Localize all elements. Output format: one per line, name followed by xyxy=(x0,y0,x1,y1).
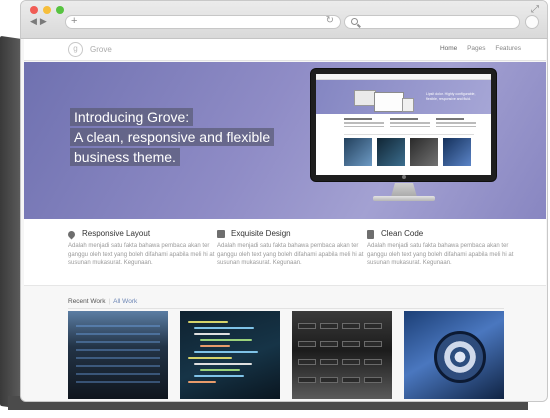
hero-heading-line-3: business theme. xyxy=(70,148,180,166)
monitor-mockup: Lipsit dolor. Highly configurable, flexi… xyxy=(310,68,497,182)
design-icon xyxy=(217,230,225,238)
site-name[interactable]: Grove xyxy=(90,45,112,54)
screen-divider xyxy=(344,134,474,135)
features-section: Responsive Layout Adalah menjadi satu fa… xyxy=(24,219,546,285)
hero-banner: Introducing Grove: A clean, responsive a… xyxy=(24,62,546,219)
screen-device-1 xyxy=(354,90,376,106)
monitor-stand xyxy=(391,183,417,197)
zoom-window-button[interactable] xyxy=(56,6,64,14)
drops-icon xyxy=(66,229,77,240)
car-wheel-image[interactable] xyxy=(404,311,504,399)
tab-separator: | xyxy=(108,298,111,305)
add-bookmark-icon[interactable]: + xyxy=(71,15,77,27)
history-buttons: ◀▶ xyxy=(30,16,50,27)
minimize-window-button[interactable] xyxy=(43,6,51,14)
screen-caption: Lipsit dolor. Highly configurable, flexi… xyxy=(426,92,476,101)
screen-feature xyxy=(344,118,384,128)
monitor-base xyxy=(373,196,435,201)
recent-work-section: Recent Work | All Work xyxy=(24,285,546,401)
wheel-graphic xyxy=(434,331,486,383)
monitor-screen: Lipsit dolor. Highly configurable, flexi… xyxy=(316,74,491,175)
screen-device-2 xyxy=(374,92,404,112)
search-icon xyxy=(351,18,358,25)
feature-description: Adalah menjadi satu fakta bahawa pembaca… xyxy=(68,243,215,266)
screen-device-3 xyxy=(402,98,414,112)
browser-toolbar: ⤢ ◀▶ + ↻ xyxy=(21,1,547,39)
browser-menu-button[interactable] xyxy=(525,15,539,29)
hero-heading-line-1: Introducing Grove: xyxy=(70,108,194,126)
server-rack-image[interactable] xyxy=(68,311,168,399)
feature-description: Adalah menjadi satu fakta bahawa pembaca… xyxy=(367,243,514,266)
tab-recent-work[interactable]: Recent Work xyxy=(68,298,105,305)
search-field[interactable] xyxy=(344,15,520,29)
screen-feature xyxy=(390,118,430,128)
document-icon xyxy=(367,230,374,239)
nav-item-pages[interactable]: Pages xyxy=(467,45,485,52)
screen-feature xyxy=(436,118,476,128)
screen-thumbnail xyxy=(377,138,405,166)
fullscreen-icon[interactable]: ⤢ xyxy=(531,4,539,15)
apple-logo-icon xyxy=(402,175,406,179)
section-divider xyxy=(68,308,504,309)
nav-item-home[interactable]: Home xyxy=(440,45,457,52)
tab-all-work[interactable]: All Work xyxy=(113,298,137,305)
feature-title: Exquisite Design xyxy=(231,229,291,238)
portfolio-tabs: Recent Work | All Work xyxy=(68,298,137,305)
site-header: g Grove Home Pages Features xyxy=(24,39,546,61)
feature-title: Responsive Layout xyxy=(82,229,151,238)
feature-description: Adalah menjadi satu fakta bahawa pembaca… xyxy=(217,243,364,266)
main-navigation: Home Pages Features xyxy=(432,45,521,52)
hard-drive-image[interactable] xyxy=(292,311,392,399)
logo-icon[interactable]: g xyxy=(68,42,83,57)
screen-thumbnail xyxy=(443,138,471,166)
close-window-button[interactable] xyxy=(30,6,38,14)
hero-heading-line-2: A clean, responsive and flexible xyxy=(70,128,275,146)
feature-title: Clean Code xyxy=(381,229,424,238)
reload-icon[interactable]: ↻ xyxy=(326,15,334,26)
code-editor-image[interactable] xyxy=(180,311,280,399)
screen-hero: Lipsit dolor. Highly configurable, flexi… xyxy=(316,80,491,114)
forward-button[interactable]: ▶ xyxy=(40,16,50,26)
back-button[interactable]: ◀ xyxy=(30,16,40,26)
nav-item-features[interactable]: Features xyxy=(495,45,521,52)
browser-window: ⤢ ◀▶ + ↻ g Grove Home Pages Features Int… xyxy=(20,0,548,402)
screen-thumbnail xyxy=(410,138,438,166)
address-bar[interactable]: + ↻ xyxy=(65,15,341,29)
screen-thumbnail xyxy=(344,138,372,166)
